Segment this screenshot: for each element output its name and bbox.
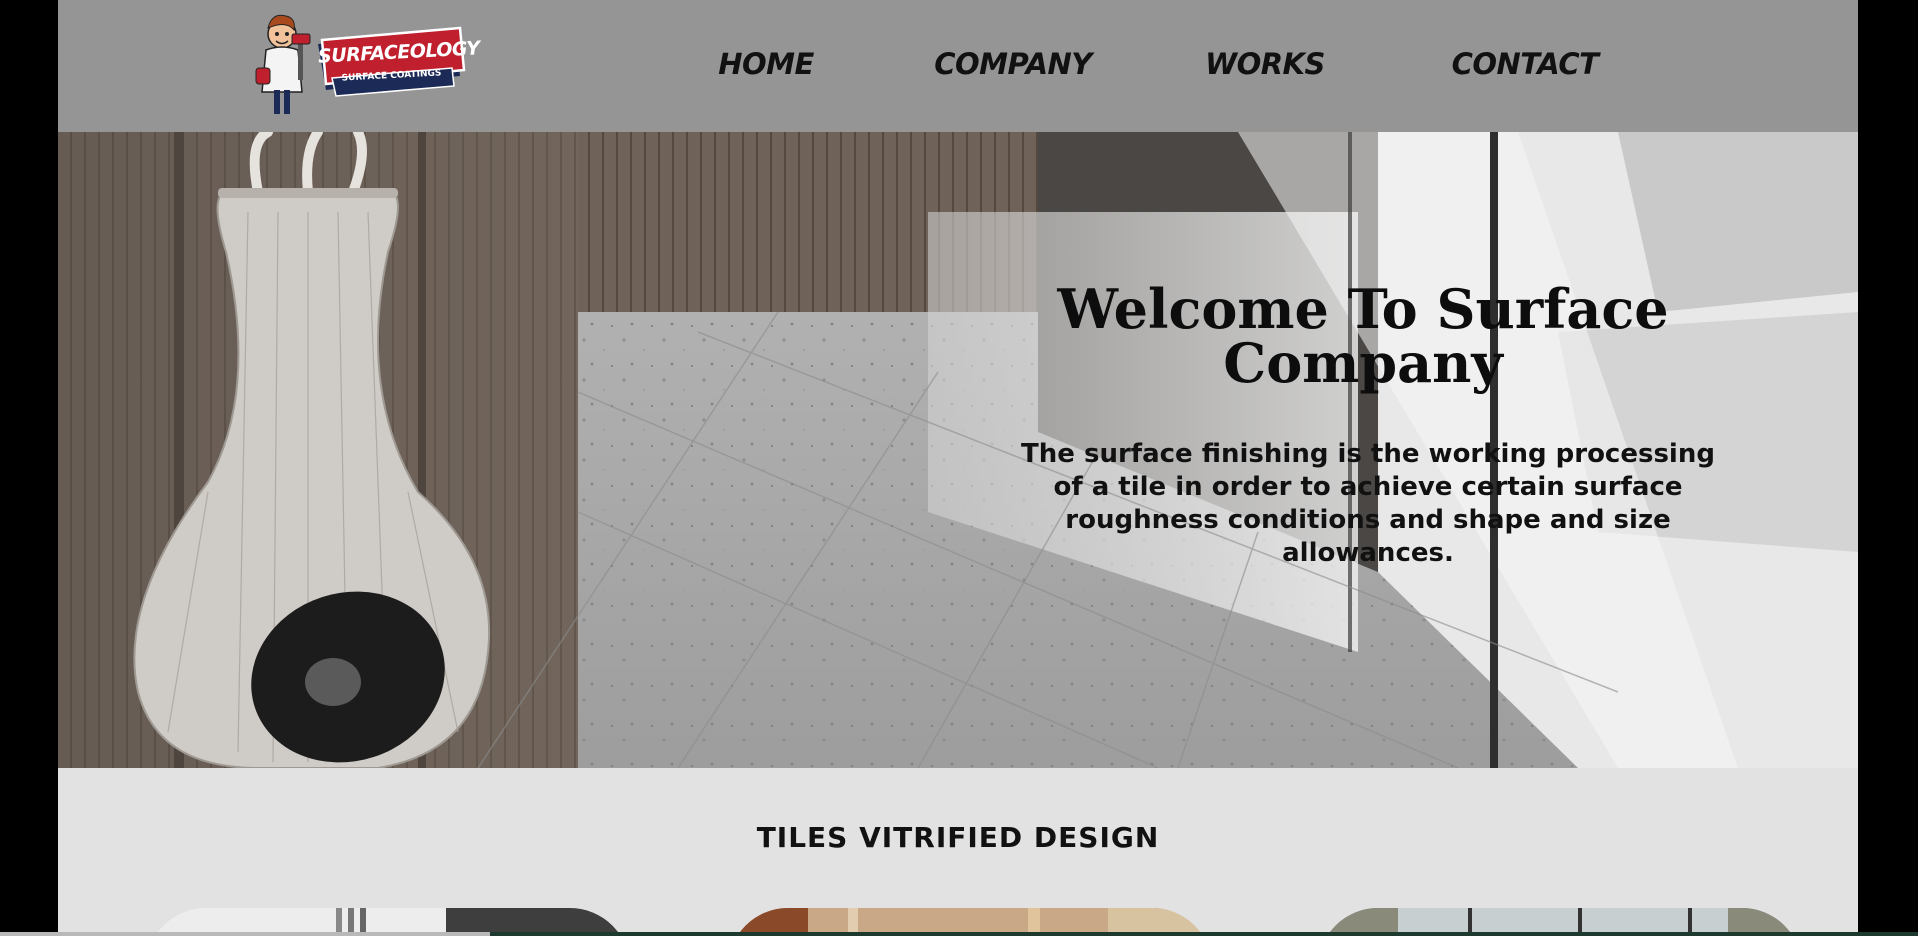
site-header: SURFACEOLOGY SURFACE COATINGS HOME COMPA… [58, 0, 1858, 132]
nav-home-link[interactable]: HOME [696, 44, 836, 84]
main-navigation: HOME COMPANY WORKS CONTACT [58, 0, 1858, 132]
section-heading: TILES VITRIFIED DESIGN [756, 821, 1160, 854]
hero-banner: Welcome To Surface Company The surface f… [58, 132, 1858, 768]
nav-company-link[interactable]: COMPANY [918, 44, 1108, 84]
bottom-scroll-strip [0, 932, 1918, 936]
nav-contact-link[interactable]: CONTACT [1430, 44, 1620, 84]
website-page: SURFACEOLOGY SURFACE COATINGS HOME COMPA… [58, 0, 1858, 936]
hero-description: The surface finishing is the working pro… [1021, 439, 1715, 568]
hero-title: Welcome To Surface Company [1057, 277, 1669, 395]
nav-works-link[interactable]: WORKS [1190, 44, 1340, 84]
